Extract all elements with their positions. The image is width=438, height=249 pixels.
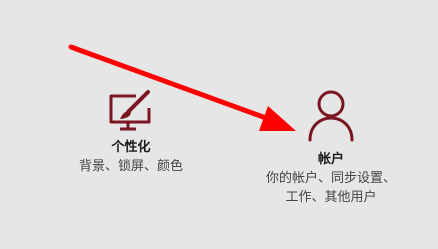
accounts-title: 帐户 bbox=[317, 152, 344, 167]
personalization-description: 背景、锁屏、颜色 bbox=[78, 159, 183, 174]
paintbrush-monitor-icon bbox=[109, 90, 151, 131]
personalization-title: 个性化 bbox=[111, 140, 151, 155]
accounts-description-line-1: 你的帐户、同步设置、 bbox=[265, 171, 396, 186]
accounts-tile[interactable]: 帐户 你的帐户、同步设置、 工作、其他用户 bbox=[246, 88, 416, 210]
user-icon bbox=[308, 90, 354, 142]
personalization-tile[interactable]: 个性化 背景、锁屏、颜色 bbox=[58, 88, 204, 198]
accounts-description-line-2: 工作、其他用户 bbox=[285, 190, 377, 205]
